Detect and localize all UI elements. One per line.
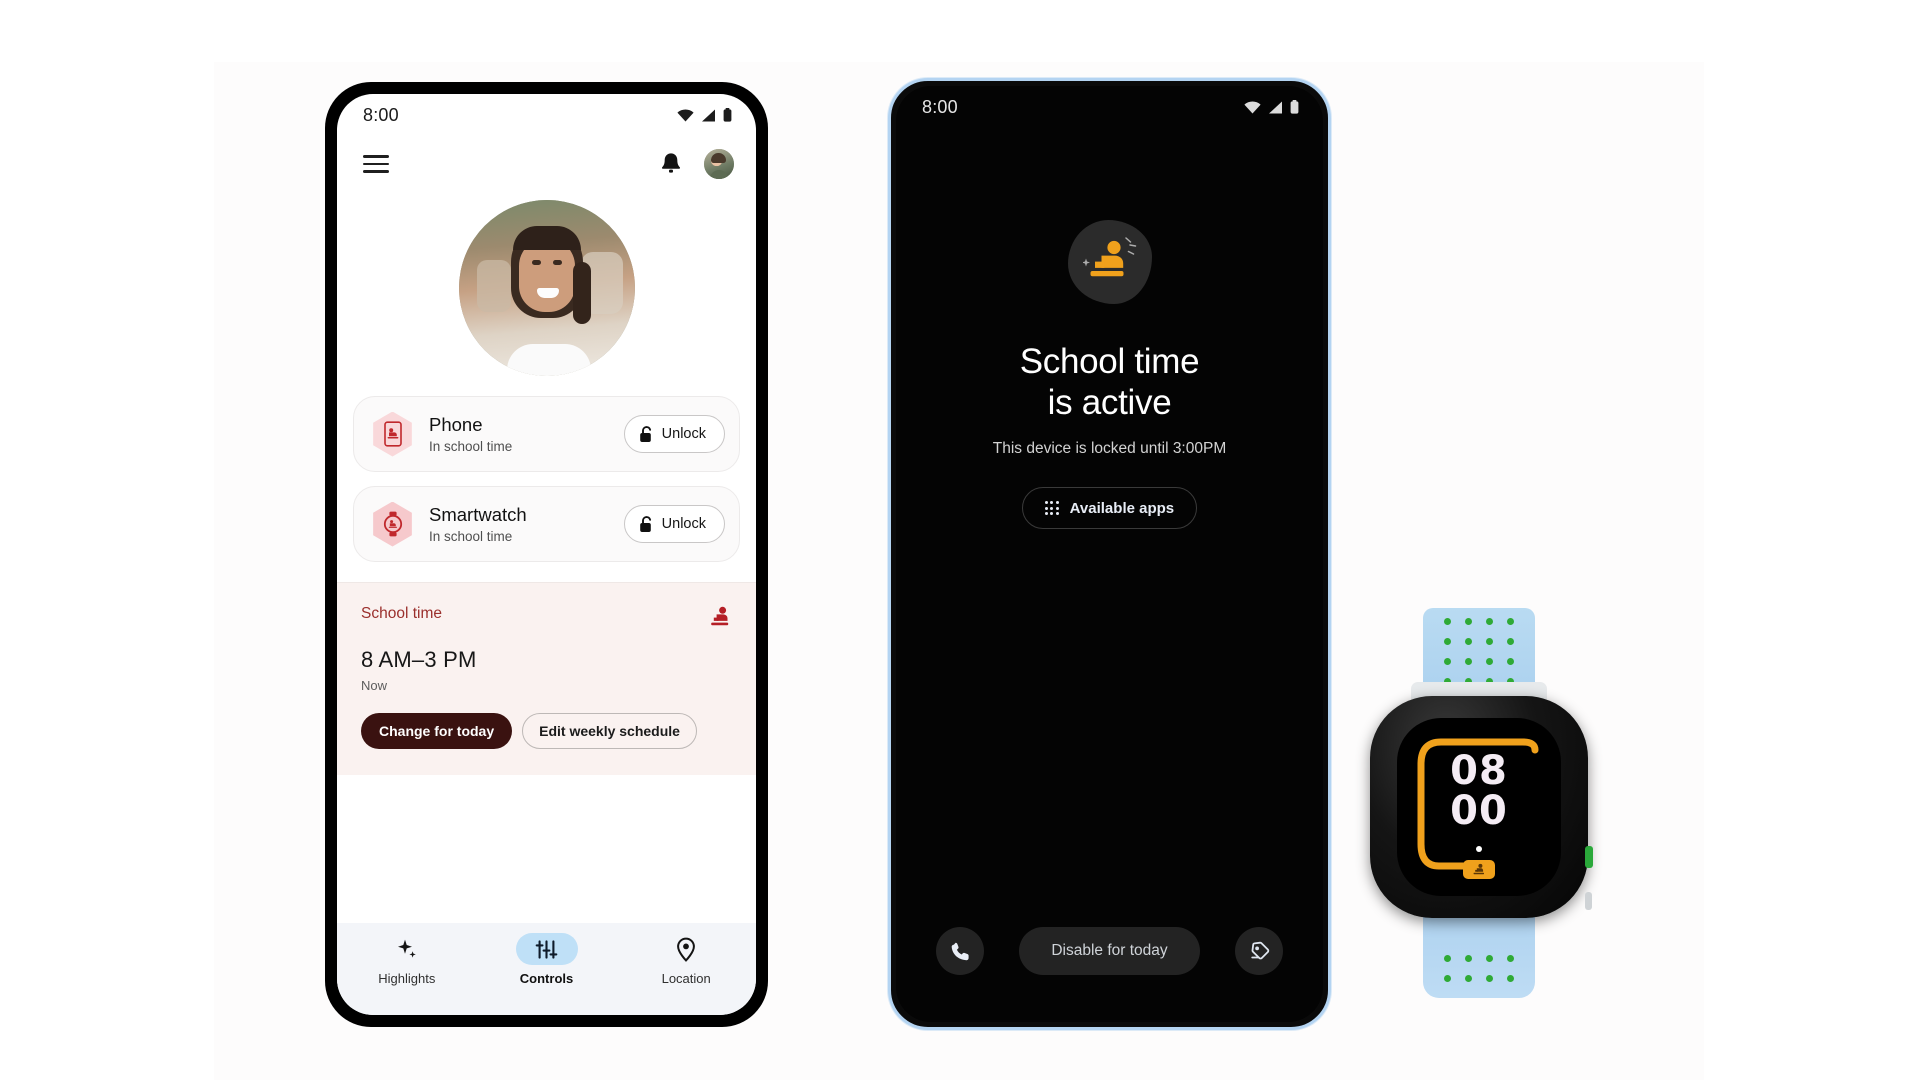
child-device-lock-phone: 8:00 School time is active This device i… <box>888 78 1331 1030</box>
unlock-label: Unlock <box>661 426 706 442</box>
lock-title-line2: is active <box>1047 382 1172 422</box>
child-profile-photo[interactable] <box>458 200 635 376</box>
watch-time: 08 00 <box>1397 748 1561 834</box>
emergency-tag-icon <box>1250 941 1269 959</box>
band-hole-grid <box>1423 945 1535 992</box>
status-bar: 8:00 <box>896 86 1323 128</box>
unlock-label: Unlock <box>661 516 706 532</box>
device-list: Phone In school time Unlock Smartwatch I… <box>337 396 756 576</box>
nav-pill <box>376 933 438 965</box>
content-spacer <box>337 775 756 923</box>
device-title: Phone <box>429 413 483 435</box>
signal-icon <box>1269 101 1282 113</box>
watch-indicator-dot <box>1476 846 1482 852</box>
wifi-icon <box>677 108 694 121</box>
emergency-tag-button[interactable] <box>1235 927 1283 975</box>
available-apps-label: Available apps <box>1069 499 1175 517</box>
battery-icon <box>723 108 732 122</box>
lock-screen: 8:00 School time is active This device i… <box>896 86 1323 1022</box>
nav-item-location[interactable]: Location <box>616 933 756 986</box>
wifi-icon <box>1244 100 1261 113</box>
child-photo-container <box>337 200 756 376</box>
school-time-person-icon <box>1067 220 1152 304</box>
school-time-label: School time <box>361 605 442 622</box>
device-card-smartwatch[interactable]: Smartwatch In school time Unlock <box>353 486 740 562</box>
lock-title-line1: School time <box>1019 342 1200 381</box>
nav-item-controls[interactable]: Controls <box>477 933 617 986</box>
bottom-navigation: Highlights Controls Location <box>337 923 756 1015</box>
avatar[interactable] <box>704 149 734 179</box>
change-for-today-button[interactable]: Change for today <box>361 713 513 749</box>
nav-pill-active <box>515 933 578 965</box>
watch-side-button[interactable] <box>1585 892 1592 910</box>
sliders-icon <box>535 939 558 959</box>
lock-title: School time is active <box>1020 342 1200 423</box>
lock-screen-body: School time is active This device is loc… <box>896 128 1323 904</box>
watch-crown-button[interactable] <box>1585 846 1593 868</box>
phone-school-time-icon <box>370 411 415 457</box>
bell-icon[interactable] <box>660 152 682 176</box>
battery-icon <box>1290 100 1299 114</box>
status-clock: 8:00 <box>363 104 399 125</box>
disable-for-today-button[interactable]: Disable for today <box>1019 927 1200 975</box>
location-pin-icon <box>677 937 696 962</box>
hamburger-menu-icon[interactable] <box>363 155 389 173</box>
available-apps-button[interactable]: Available apps <box>1021 487 1198 530</box>
app-grid-icon <box>1044 501 1059 516</box>
nav-item-highlights[interactable]: Highlights <box>337 933 477 986</box>
parent-app-screen: 8:00 Phone In school time Unlock Smartwa… <box>337 94 756 1015</box>
school-time-actions: Change for today Edit weekly schedule <box>361 713 732 749</box>
unlock-button-smartwatch[interactable]: Unlock <box>623 505 725 543</box>
nav-label: Location <box>661 971 711 986</box>
nav-label: Controls <box>519 971 574 986</box>
phone-call-button[interactable] <box>936 927 984 975</box>
signal-icon <box>702 109 715 121</box>
school-time-range: 8 AM–3 PM <box>361 647 477 672</box>
school-time-icon <box>711 606 729 626</box>
nav-label: Highlights <box>378 971 436 986</box>
phone-call-icon <box>951 942 969 960</box>
status-icon-group <box>1244 100 1299 114</box>
kids-smartwatch: 08 00 <box>1352 608 1606 998</box>
device-info-smartwatch: Smartwatch In school time <box>415 504 624 544</box>
watch-time-minutes: 00 <box>1450 787 1508 834</box>
device-title: Smartwatch <box>429 503 527 525</box>
device-status: In school time <box>429 529 513 545</box>
school-time-card: School time 8 AM–3 PM Now Change for tod… <box>337 582 756 775</box>
school-time-state: Now <box>361 678 388 693</box>
status-clock: 8:00 <box>922 96 958 117</box>
school-time-header: School time <box>361 605 732 629</box>
school-time-icon <box>1473 863 1484 875</box>
unlock-button-phone[interactable]: Unlock <box>623 415 725 453</box>
watch-time-hours: 08 <box>1450 748 1508 794</box>
screenshot-scene: 8:00 Phone In school time Unlock Smartwa… <box>0 0 1920 1080</box>
header-actions <box>660 149 734 179</box>
device-status: In school time <box>429 439 513 455</box>
nav-pill <box>655 933 717 965</box>
device-card-phone[interactable]: Phone In school time Unlock <box>353 396 740 472</box>
watch-school-time-icon <box>370 501 415 547</box>
lock-subtitle: This device is locked until 3:00PM <box>992 440 1227 458</box>
sparkle-icon <box>397 939 416 958</box>
status-icon-group <box>677 108 732 122</box>
watch-case: 08 00 <box>1370 696 1593 918</box>
lock-screen-footer: Disable for today <box>896 904 1323 1022</box>
watch-school-time-badge[interactable] <box>1463 860 1495 879</box>
edit-weekly-schedule-button[interactable]: Edit weekly schedule <box>522 713 697 749</box>
app-header <box>337 136 756 192</box>
watch-screen[interactable]: 08 00 <box>1397 718 1561 896</box>
device-info-phone: Phone In school time <box>415 414 624 454</box>
status-bar: 8:00 <box>337 94 756 136</box>
parent-app-phone: 8:00 Phone In school time Unlock Smartwa… <box>325 82 768 1027</box>
unlock-icon <box>639 425 651 442</box>
unlock-icon <box>639 515 651 532</box>
